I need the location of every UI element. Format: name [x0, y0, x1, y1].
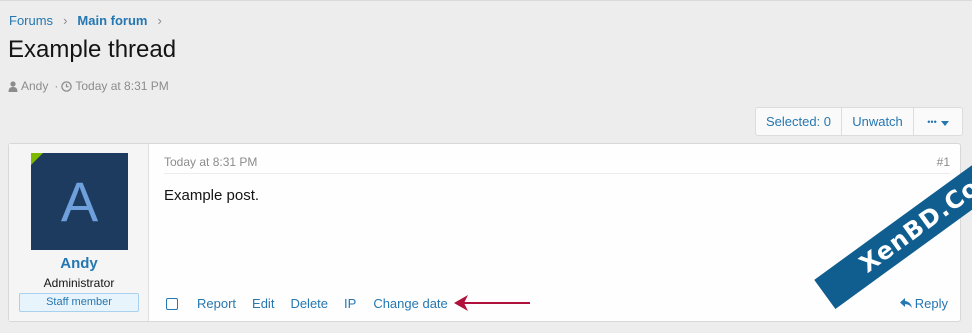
breadcrumb: Forums › Main forum ›	[9, 13, 172, 28]
chevron-right-icon: ›	[63, 13, 68, 28]
post-user-panel: A Andy Administrator Staff member	[9, 144, 149, 321]
avatar[interactable]: A	[31, 153, 128, 250]
post-body: Example post.	[164, 187, 260, 204]
top-divider	[0, 0, 972, 1]
thread-author[interactable]: Andy	[21, 79, 48, 93]
delete-link[interactable]: Delete	[290, 296, 328, 311]
chevron-right-icon: ›	[157, 13, 162, 28]
reply-icon	[899, 296, 915, 311]
reply-button[interactable]: Reply	[899, 296, 948, 311]
more-dots: •••	[927, 116, 937, 127]
post-date[interactable]: Today at 8:31 PM	[164, 155, 257, 169]
thread-meta: Andy · Today at 8:31 PM	[8, 79, 172, 93]
change-date-link[interactable]: Change date	[373, 296, 447, 311]
ip-link[interactable]: IP	[344, 296, 356, 311]
breadcrumb-forums-link[interactable]: Forums	[9, 13, 53, 28]
staff-badge: Staff member	[19, 293, 139, 312]
unwatch-button[interactable]: Unwatch	[842, 108, 914, 135]
more-options-button[interactable]: •••	[914, 108, 962, 135]
select-post-checkbox[interactable]	[166, 297, 178, 310]
selected-count-button[interactable]: Selected: 0	[756, 108, 842, 135]
avatar-letter: A	[60, 170, 99, 233]
user-icon	[8, 80, 18, 92]
thread-date[interactable]: Today at 8:31 PM	[75, 79, 168, 93]
annotation-arrow	[454, 295, 530, 311]
reply-label: Reply	[914, 296, 948, 311]
post-number[interactable]: #1	[937, 155, 950, 169]
breadcrumb-main-forum-link[interactable]: Main forum	[77, 13, 147, 28]
post-header-divider	[164, 173, 950, 174]
post-actions: Report Edit Delete IP Change date	[166, 296, 464, 311]
post-username[interactable]: Andy	[9, 255, 149, 272]
meta-separator: ·	[54, 79, 59, 93]
thread-toolbar: Selected: 0 Unwatch •••	[755, 107, 963, 136]
report-link[interactable]: Report	[197, 296, 236, 311]
online-indicator	[31, 153, 43, 165]
user-title: Administrator	[43, 276, 115, 290]
page-title: Example thread	[8, 36, 177, 63]
edit-link[interactable]: Edit	[252, 296, 274, 311]
clock-icon	[61, 80, 73, 92]
caret-down-icon	[940, 114, 949, 129]
